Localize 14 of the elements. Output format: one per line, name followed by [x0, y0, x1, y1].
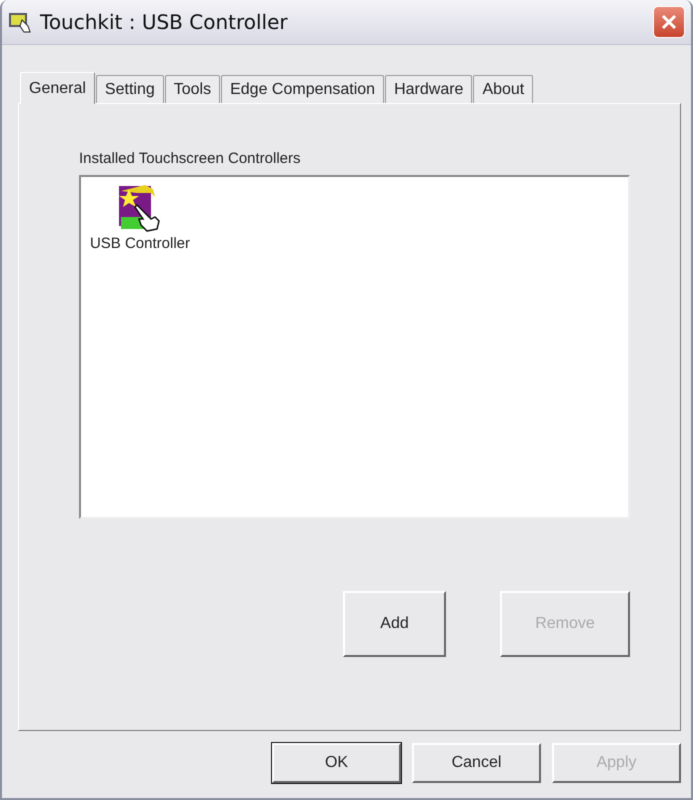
tab[interactable]: About — [473, 75, 534, 103]
list-item[interactable]: USB Controller — [83, 181, 197, 254]
dialog-button[interactable]: Cancel — [412, 743, 541, 783]
list-label: Installed Touchscreen Controllers — [79, 150, 302, 167]
close-button[interactable] — [653, 6, 685, 38]
tab[interactable]: Tools — [164, 75, 220, 103]
tab[interactable]: Hardware — [385, 75, 472, 103]
tab[interactable]: Edge Compensation — [221, 75, 384, 103]
dialog-button[interactable]: OK — [272, 743, 401, 783]
window-title: Touchkit : USB Controller — [40, 10, 289, 34]
push-button[interactable]: Add — [343, 591, 446, 657]
close-icon — [660, 13, 678, 31]
tab[interactable]: Setting — [96, 75, 164, 103]
tab[interactable]: General — [20, 72, 95, 104]
